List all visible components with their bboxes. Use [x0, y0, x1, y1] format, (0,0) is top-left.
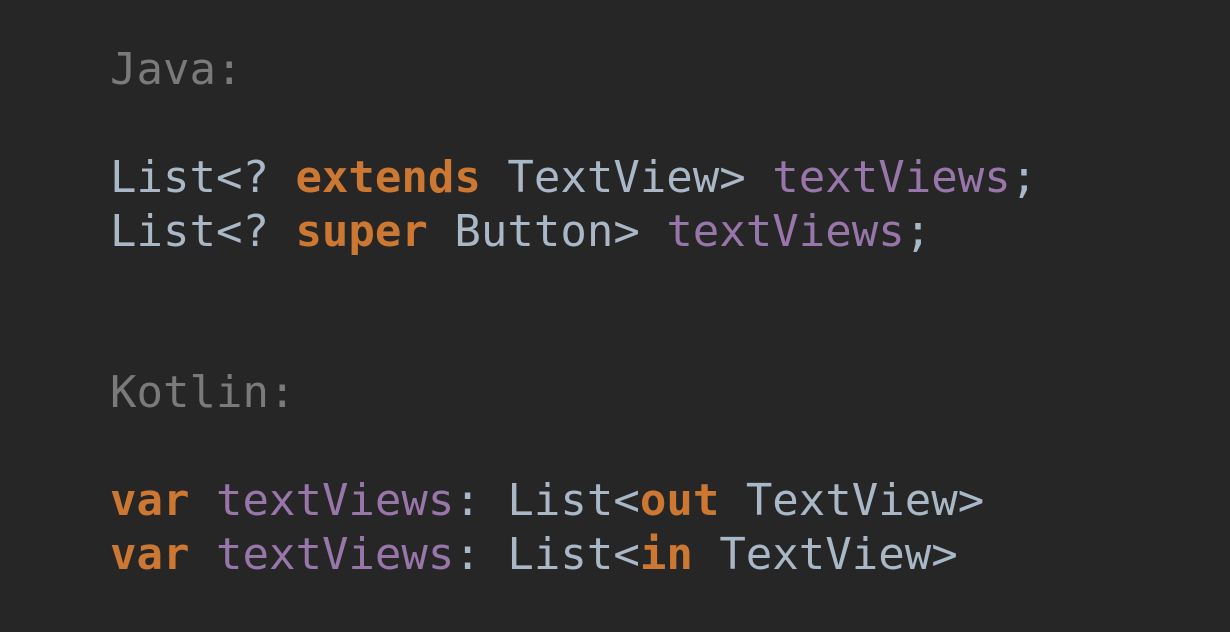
code-token: TextView> — [719, 475, 985, 526]
code-token: TextView> — [692, 529, 958, 580]
code-token: List<? — [110, 206, 296, 257]
java-code-line-2: List<? super Button> textViews; — [110, 210, 931, 258]
kotlin-code-line-1: var textViews: List<out TextView> — [110, 479, 984, 527]
identifier-token: textViews — [772, 152, 1011, 203]
code-token: : List< — [454, 529, 640, 580]
keyword-token: var — [110, 529, 190, 580]
code-token: List<? — [110, 152, 296, 203]
kotlin-code-line-2: var textViews: List<in TextView> — [110, 533, 958, 581]
keyword-token: in — [639, 529, 693, 580]
code-token: TextView> — [480, 152, 773, 203]
keyword-token: out — [639, 475, 720, 526]
java-header: Java: — [110, 44, 243, 95]
code-editor: Java: List<? extends TextView> textViews… — [0, 0, 1230, 632]
code-token: ; — [904, 206, 932, 257]
code-token: ; — [1010, 152, 1038, 203]
keyword-token: extends — [295, 152, 481, 203]
identifier-token: textViews — [666, 206, 905, 257]
code-token: Button> — [427, 206, 667, 257]
identifier-token: textViews — [215, 475, 455, 526]
keyword-token: var — [110, 475, 190, 526]
java-code-line-1: List<? extends TextView> textViews; — [110, 156, 1037, 204]
keyword-token: super — [295, 206, 428, 257]
code-token: : List< — [454, 475, 640, 526]
identifier-token: textViews — [215, 529, 455, 580]
kotlin-header: Kotlin: — [110, 367, 296, 418]
